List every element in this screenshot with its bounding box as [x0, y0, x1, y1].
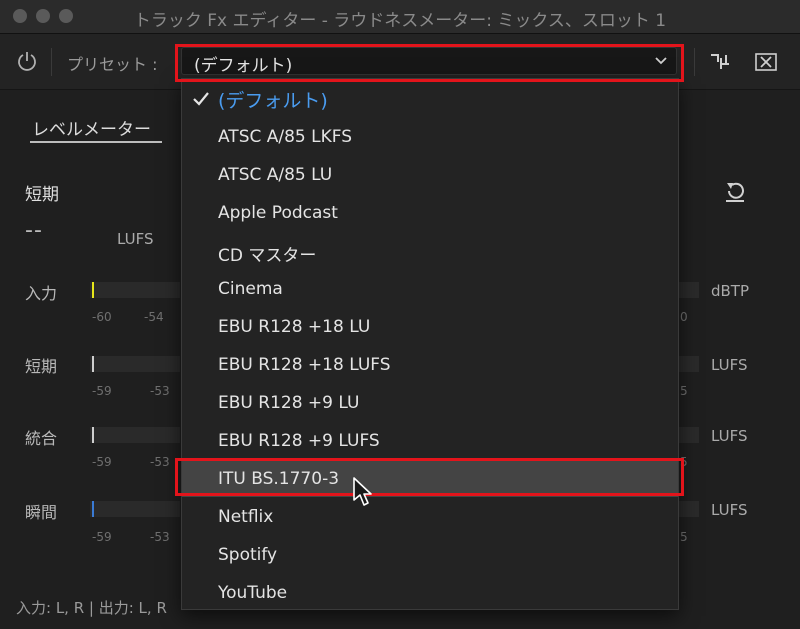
row-unit-integrated: LUFS	[711, 427, 748, 445]
meter-bar-input-right	[679, 282, 699, 298]
preset-option-label: EBU R128 +18 LU	[218, 317, 371, 337]
preset-option[interactable]: Cinema	[182, 271, 678, 307]
tick-label: -53	[150, 384, 170, 398]
io-footer: 入力: L, R | 出力: L, R	[16, 599, 167, 617]
chevron-down-icon	[655, 57, 667, 65]
preset-option-label: EBU R128 +18 LUFS	[218, 355, 391, 375]
preset-value: (デフォルト)	[194, 56, 293, 76]
preset-option[interactable]: EBU R128 +18 LU	[182, 309, 678, 345]
tick-label: 5	[680, 530, 688, 544]
preset-option[interactable]: ATSC A/85 LU	[182, 157, 678, 193]
close-icon[interactable]	[755, 53, 777, 71]
preset-option[interactable]: EBU R128 +9 LU	[182, 385, 678, 421]
row-label-input: 入力	[25, 284, 58, 303]
preset-option-default[interactable]: (デフォルト)	[182, 81, 678, 117]
tab-level-meter[interactable]: レベルメーター	[32, 115, 151, 140]
preset-dropdown-menu: (デフォルト) ATSC A/85 LKFS ATSC A/85 LU Appl…	[181, 78, 679, 610]
tick-label: -54	[144, 310, 164, 324]
row-label-momentary: 瞬間	[25, 503, 58, 522]
toolbar-divider	[694, 48, 695, 76]
preset-option-label: Apple Podcast	[218, 203, 338, 223]
preset-option-label: YouTube	[218, 583, 288, 603]
preset-option[interactable]: Spotify	[182, 537, 678, 573]
meter-bar-short-term	[90, 356, 180, 372]
meter-bar-integrated	[90, 427, 180, 443]
preset-option[interactable]: ATSC A/85 LKFS	[182, 119, 678, 155]
preset-option[interactable]: Apple Podcast	[182, 195, 678, 231]
checkmark-icon	[193, 92, 209, 106]
preset-option-label: Cinema	[218, 279, 283, 299]
row-label-integrated: 統合	[25, 429, 58, 448]
preset-option[interactable]: EBU R128 +9 LUFS	[182, 423, 678, 459]
preset-option-label: ITU BS.1770-3	[218, 469, 340, 489]
meter-bar-momentary-right	[679, 501, 699, 517]
meter-mark	[92, 282, 94, 298]
meter-value: --	[25, 218, 43, 243]
preset-option[interactable]: YouTube	[182, 575, 678, 611]
preset-label: プリセット :	[67, 55, 158, 74]
preset-option[interactable]: Netflix	[182, 499, 678, 535]
row-unit-input: dBTP	[711, 282, 750, 300]
tick-label: -59	[92, 530, 112, 544]
meter-mark	[92, 501, 94, 517]
meter-heading: 短期	[25, 185, 59, 205]
tick-label: 5	[680, 384, 688, 398]
tab-underline	[30, 141, 162, 143]
window-title: トラック Fx エディター - ラウドネスメーター: ミックス、スロット 1	[133, 11, 667, 31]
preset-option-label: Netflix	[218, 507, 274, 527]
power-icon[interactable]	[16, 50, 38, 72]
row-unit-momentary: LUFS	[711, 501, 748, 519]
tick-label: -53	[150, 455, 170, 469]
row-unit-short-term: LUFS	[711, 356, 748, 374]
tick-label: -59	[92, 384, 112, 398]
preset-option[interactable]: EBU R128 +18 LUFS	[182, 347, 678, 383]
preset-option-label: Spotify	[218, 545, 278, 565]
preset-option-itu[interactable]: ITU BS.1770-3	[182, 461, 678, 497]
title-bar: トラック Fx エディター - ラウドネスメーター: ミックス、スロット 1	[0, 0, 800, 34]
tick-label: -60	[92, 310, 112, 324]
preset-option-label: ATSC A/85 LU	[218, 165, 333, 185]
preset-option[interactable]: CD マスター	[182, 233, 678, 269]
reset-icon[interactable]	[723, 179, 747, 203]
routing-icon[interactable]	[709, 52, 731, 72]
row-label-short-term: 短期	[25, 357, 58, 376]
meter-bar-short-term-right	[679, 356, 699, 372]
preset-dropdown[interactable]: (デフォルト)	[181, 47, 677, 76]
preset-option-label: CD マスター	[218, 246, 317, 266]
toolbar-divider	[51, 48, 52, 76]
tick-label: -53	[150, 530, 170, 544]
preset-option-label: ATSC A/85 LKFS	[218, 127, 353, 147]
tick-label: 5	[680, 455, 688, 469]
mouse-cursor-icon	[353, 477, 372, 506]
meter-bar-integrated-right	[679, 427, 699, 443]
meter-unit: LUFS	[117, 230, 154, 248]
tick-label: -59	[92, 455, 112, 469]
meter-bar-momentary	[90, 501, 180, 517]
preset-option-label: EBU R128 +9 LUFS	[218, 431, 380, 451]
meter-mark	[92, 427, 94, 443]
preset-option-label: EBU R128 +9 LU	[218, 393, 360, 413]
meter-mark	[92, 356, 94, 372]
preset-option-label: (デフォルト)	[218, 90, 328, 112]
meter-bar-input	[90, 282, 180, 298]
tick-label: 0	[680, 310, 688, 324]
